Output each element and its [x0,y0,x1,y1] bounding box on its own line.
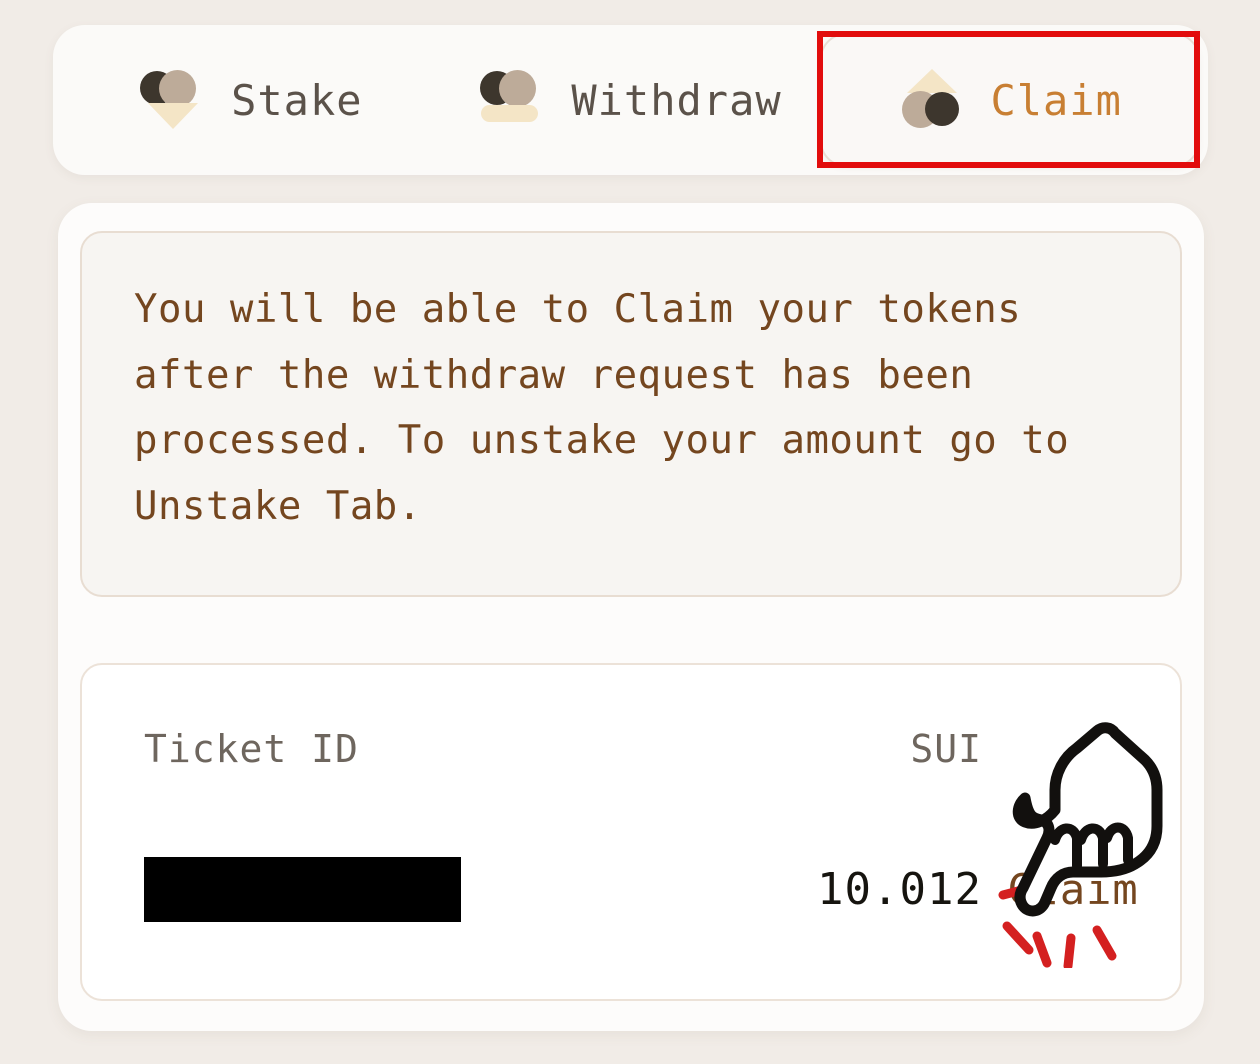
column-header-ticket-id: Ticket ID [144,727,359,771]
ticket-table-card: Ticket ID SUI 10.012 Claim [80,663,1182,1001]
tab-stake[interactable]: Stake [61,33,441,167]
tab-claim[interactable]: Claim [820,33,1201,167]
tab-stake-label: Stake [231,75,363,125]
ticket-amount-value: 10.012 [817,864,982,915]
tab-withdraw[interactable]: Withdraw [441,33,821,167]
table-header-row: Ticket ID SUI [82,727,1180,771]
withdraw-icon [479,69,545,131]
info-message-text: You will be able to Claim your tokens af… [134,287,1070,529]
tab-withdraw-label: Withdraw [571,75,782,125]
claim-panel: You will be able to Claim your tokens af… [58,203,1204,1031]
tab-claim-label: Claim [990,75,1122,125]
claim-icon [898,69,964,131]
info-message-box: You will be able to Claim your tokens af… [80,231,1182,597]
column-header-sui: SUI [910,727,982,771]
stake-icon [139,69,205,131]
tab-bar: Stake Withdraw Claim [53,25,1208,175]
claim-row-button[interactable]: Claim [1007,865,1138,914]
table-row: 10.012 Claim [82,857,1180,922]
ticket-id-redaction-bar [144,857,461,922]
